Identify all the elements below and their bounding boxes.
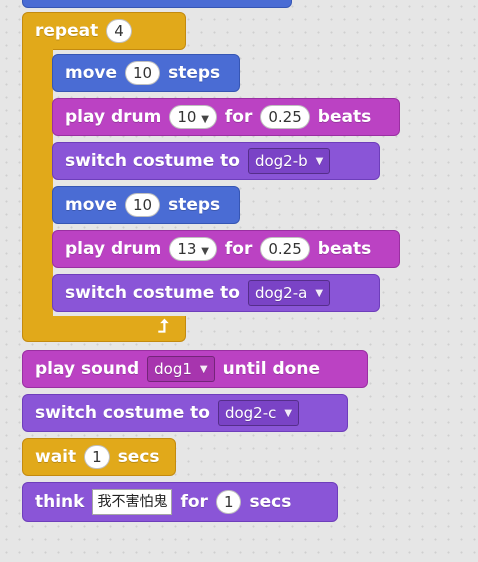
triangle-down-icon: ▼ [315, 155, 324, 167]
play-drum-label: play drum [65, 107, 162, 127]
triangle-down-icon: ▼ [284, 407, 293, 419]
secs-label: secs [249, 492, 292, 512]
repeat-arm [22, 48, 53, 318]
play-drum-block-1[interactable]: play drum 10 ▼ for 0.25 beats [52, 98, 400, 136]
sound-value: dog1 [154, 360, 192, 378]
think-secs-input[interactable]: 1 [215, 490, 242, 514]
steps-label: steps [168, 195, 221, 215]
move-block-2[interactable]: move 10 steps [52, 186, 240, 224]
secs-label: secs [117, 447, 160, 467]
beats-input[interactable]: 0.25 [260, 237, 310, 261]
costume-value: dog2-a [254, 284, 308, 302]
move-steps-input[interactable]: 10 [125, 61, 161, 85]
triangle-down-icon: ▼ [201, 114, 209, 125]
wait-label: wait [35, 447, 77, 467]
switch-costume-label: switch costume to [65, 283, 240, 303]
drum-select[interactable]: 13 ▼ [169, 237, 217, 261]
beats-label: beats [317, 239, 372, 259]
move-block-1[interactable]: move 10 steps [52, 54, 240, 92]
wait-secs-input[interactable]: 1 [84, 445, 110, 469]
drum-value: 13 [177, 240, 197, 258]
wait-block[interactable]: wait 1 secs [22, 438, 176, 476]
play-sound-label: play sound [35, 359, 140, 379]
drum-select[interactable]: 10 ▼ [169, 105, 217, 129]
triangle-down-icon: ▼ [315, 287, 324, 299]
costume-value: dog2-c [224, 404, 277, 422]
switch-costume-block-2[interactable]: switch costume to dog2-a ▼ [52, 274, 380, 312]
costume-select[interactable]: dog2-c ▼ [217, 400, 300, 426]
repeat-count-input[interactable]: 4 [106, 19, 132, 43]
triangle-down-icon: ▼ [201, 246, 209, 257]
sound-select[interactable]: dog1 ▼ [147, 356, 215, 382]
steps-label: steps [168, 63, 221, 83]
play-sound-block[interactable]: play sound dog1 ▼ until done [22, 350, 368, 388]
until-done-label: until done [222, 359, 320, 379]
switch-costume-block-1[interactable]: switch costume to dog2-b ▼ [52, 142, 380, 180]
play-drum-block-2[interactable]: play drum 13 ▼ for 0.25 beats [52, 230, 400, 268]
repeat-block[interactable]: repeat 4 [22, 12, 186, 50]
for-label: for [224, 239, 253, 259]
repeat-label: repeat [35, 21, 99, 41]
switch-costume-block-3[interactable]: switch costume to dog2-c ▼ [22, 394, 348, 432]
think-label: think [35, 492, 85, 512]
triangle-down-icon: ▼ [199, 363, 208, 375]
for-label: for [224, 107, 253, 127]
switch-costume-label: switch costume to [65, 151, 240, 171]
move-steps-input[interactable]: 10 [125, 193, 161, 217]
partial-top-block[interactable] [22, 0, 292, 8]
move-label: move [65, 195, 118, 215]
think-text-input[interactable]: 我不害怕鬼 [92, 489, 173, 515]
drum-value: 10 [177, 108, 197, 126]
costume-select[interactable]: dog2-a ▼ [247, 280, 331, 306]
play-drum-label: play drum [65, 239, 162, 259]
think-block[interactable]: think 我不害怕鬼 for 1 secs [22, 482, 338, 522]
costume-select[interactable]: dog2-b ▼ [247, 148, 331, 174]
loop-arrow-icon: ⮥ [158, 316, 169, 337]
beats-label: beats [317, 107, 372, 127]
costume-value: dog2-b [254, 152, 308, 170]
for-label: for [180, 492, 208, 512]
beats-input[interactable]: 0.25 [260, 105, 310, 129]
move-label: move [65, 63, 118, 83]
switch-costume-label: switch costume to [35, 403, 210, 423]
